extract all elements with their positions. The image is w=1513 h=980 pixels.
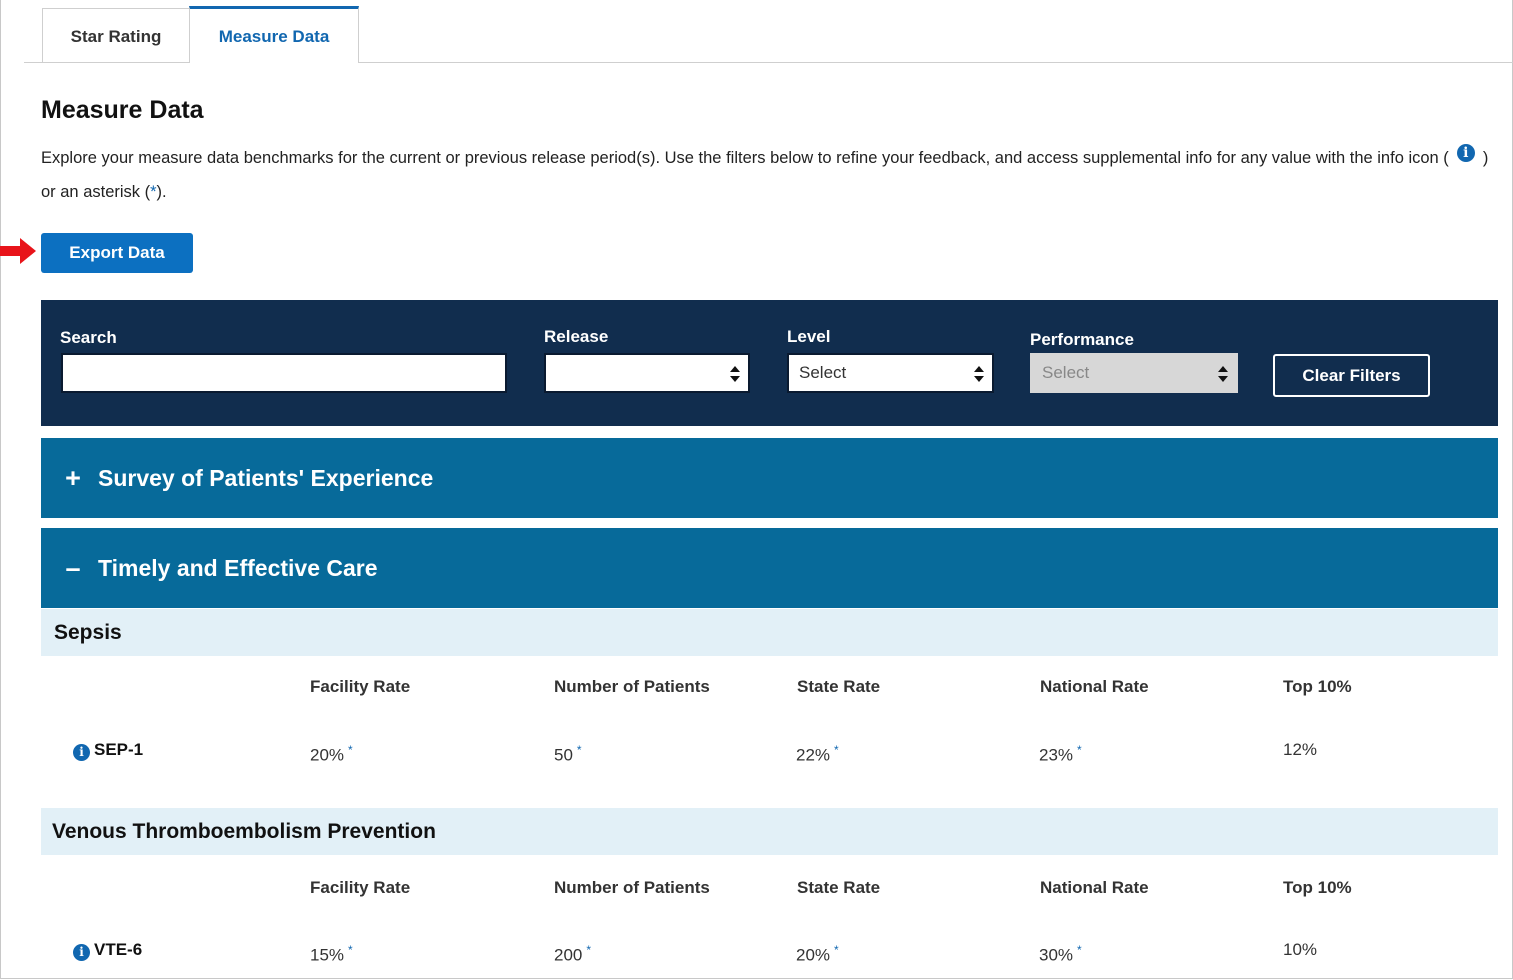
national-rate-value: 30% * [1039,943,1082,966]
section-header-venous-thromboembolism-prevention: Venous Thromboembolism Prevention [41,808,1498,855]
value-text: 23% [1039,745,1074,765]
top-10-value: 12% [1283,740,1318,759]
column-header-number-of-patients: Number of Patients [554,878,710,897]
column-header-national-rate: National Rate [1040,677,1149,696]
asterisk-link[interactable]: * [348,743,353,757]
value-text: 22% [796,745,831,765]
filter-panel: Search Release Level Select Performance … [41,300,1498,426]
info-icon[interactable]: i [73,744,90,761]
info-icon[interactable]: i [73,944,90,961]
level-label: Level [787,327,831,346]
column-header-facility-rate: Facility Rate [310,677,411,696]
value-text: 15% [310,945,345,965]
level-select-value: Select [799,363,847,382]
value-text: 200 [554,945,583,965]
number-of-patients-value: 200 * [554,943,591,966]
release-label: Release [544,327,609,346]
measure-sep-1[interactable]: i SEP-1 [73,740,143,761]
column-header-state-rate: State Rate [797,677,881,696]
column-header-national-rate: National Rate [1040,878,1149,897]
info-icon: i [1456,144,1475,162]
facility-rate-value: 20% * [310,743,353,766]
measure-label: VTE-6 [94,940,143,959]
state-rate-value: 20% * [796,943,839,966]
tab-bar: Star Rating Measure Data [24,6,1513,63]
accordion-title: Timely and Effective Care [98,555,378,581]
clear-filters-button[interactable]: Clear Filters [1273,354,1430,397]
tab-measure-data[interactable]: Measure Data [189,6,359,63]
number-of-patients-value: 50 * [554,743,582,766]
top-10-value: 10% [1283,940,1318,959]
accordion-survey-of-patients-experience[interactable]: + Survey of Patients' Experience [41,438,1498,518]
section-header-sepsis: Sepsis [41,609,1498,656]
measure-label: SEP-1 [94,740,144,759]
asterisk-link[interactable]: * [586,943,591,957]
accordion-timely-and-effective-care[interactable]: – Timely and Effective Care [41,528,1498,608]
asterisk-link[interactable]: * [348,943,353,957]
sort-arrows-icon [974,366,984,382]
asterisk-link[interactable]: * [1077,743,1082,757]
performance-label: Performance [1030,330,1134,349]
facility-rate-value: 15% * [310,943,353,966]
column-header-state-rate: State Rate [797,878,881,897]
column-header-facility-rate: Facility Rate [310,878,411,897]
intro-text-part1: Explore your measure data benchmarks for… [41,149,1449,167]
column-header-top-10: Top 10% [1283,677,1352,696]
accordion-title: Survey of Patients' Experience [98,465,434,491]
performance-select: Select [1030,353,1238,393]
asterisk-link[interactable]: * [834,743,839,757]
annotation-arrow-icon [0,238,36,264]
page-title: Measure Data [41,96,204,124]
intro-text-part3: ). [156,183,167,201]
search-input[interactable] [61,353,507,393]
export-data-button[interactable]: Export Data [41,233,193,273]
measure-vte-6[interactable]: i VTE-6 [73,940,142,961]
value-text: 20% [796,945,831,965]
asterisk-link[interactable]: * [577,743,582,757]
tab-star-rating[interactable]: Star Rating [42,8,190,62]
level-select[interactable]: Select [787,353,994,393]
value-text: 30% [1039,945,1074,965]
value-text: 20% [310,745,345,765]
asterisk-link[interactable]: * [834,943,839,957]
asterisk-link[interactable]: * [1077,943,1082,957]
value-text: 50 [554,745,573,765]
sort-arrows-icon [1218,366,1228,382]
search-label: Search [60,328,117,347]
intro-text: Explore your measure data benchmarks for… [41,141,1506,209]
performance-select-value: Select [1042,363,1090,382]
column-header-top-10: Top 10% [1283,878,1352,897]
state-rate-value: 22% * [796,743,839,766]
plus-icon: + [65,463,81,493]
national-rate-value: 23% * [1039,743,1082,766]
sort-arrows-icon [730,366,740,382]
minus-icon: – [65,553,81,583]
release-select[interactable] [544,353,750,393]
column-header-number-of-patients: Number of Patients [554,677,710,696]
